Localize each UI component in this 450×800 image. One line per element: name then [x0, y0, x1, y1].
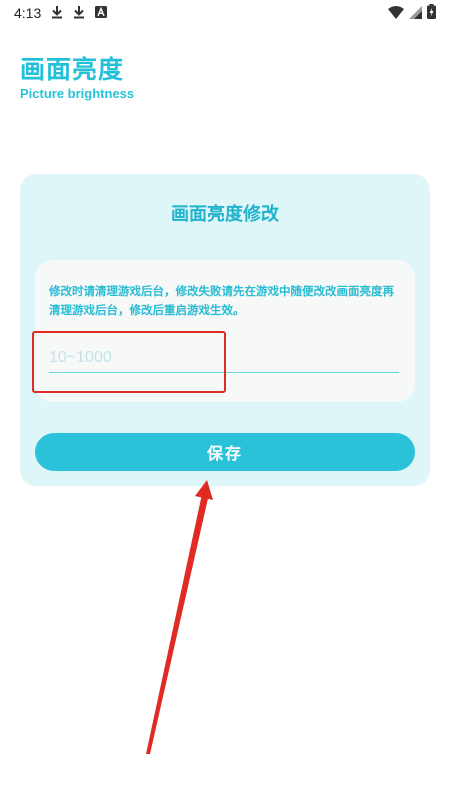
download-icon — [73, 5, 85, 22]
status-time: 4:13 — [14, 5, 42, 21]
status-right — [388, 3, 436, 23]
save-button[interactable]: 保存 — [35, 433, 415, 471]
notice-text: 修改时请清理游戏后台，修改失败请先在游戏中随便改改画面亮度再清理游戏后台，修改后… — [49, 284, 394, 317]
status-bar: 4:13 — [0, 0, 450, 26]
page-subtitle: Picture brightness — [20, 86, 135, 101]
card-title: 画面亮度修改 — [171, 204, 279, 225]
signal-icon — [409, 4, 422, 23]
annotation-highlight-box — [32, 331, 226, 393]
page-title: 画面亮度 — [20, 55, 125, 84]
download-icon — [51, 5, 63, 22]
wifi-icon — [388, 4, 404, 23]
brightness-card: 画面亮度修改 修改时请清理游戏后台，修改失败请先在游戏中随便改改画面亮度再清理游… — [20, 174, 430, 486]
status-left: 4:13 — [14, 5, 108, 22]
arrow-shaft — [146, 494, 209, 754]
a-box-icon — [95, 5, 108, 21]
battery-icon — [427, 3, 436, 23]
